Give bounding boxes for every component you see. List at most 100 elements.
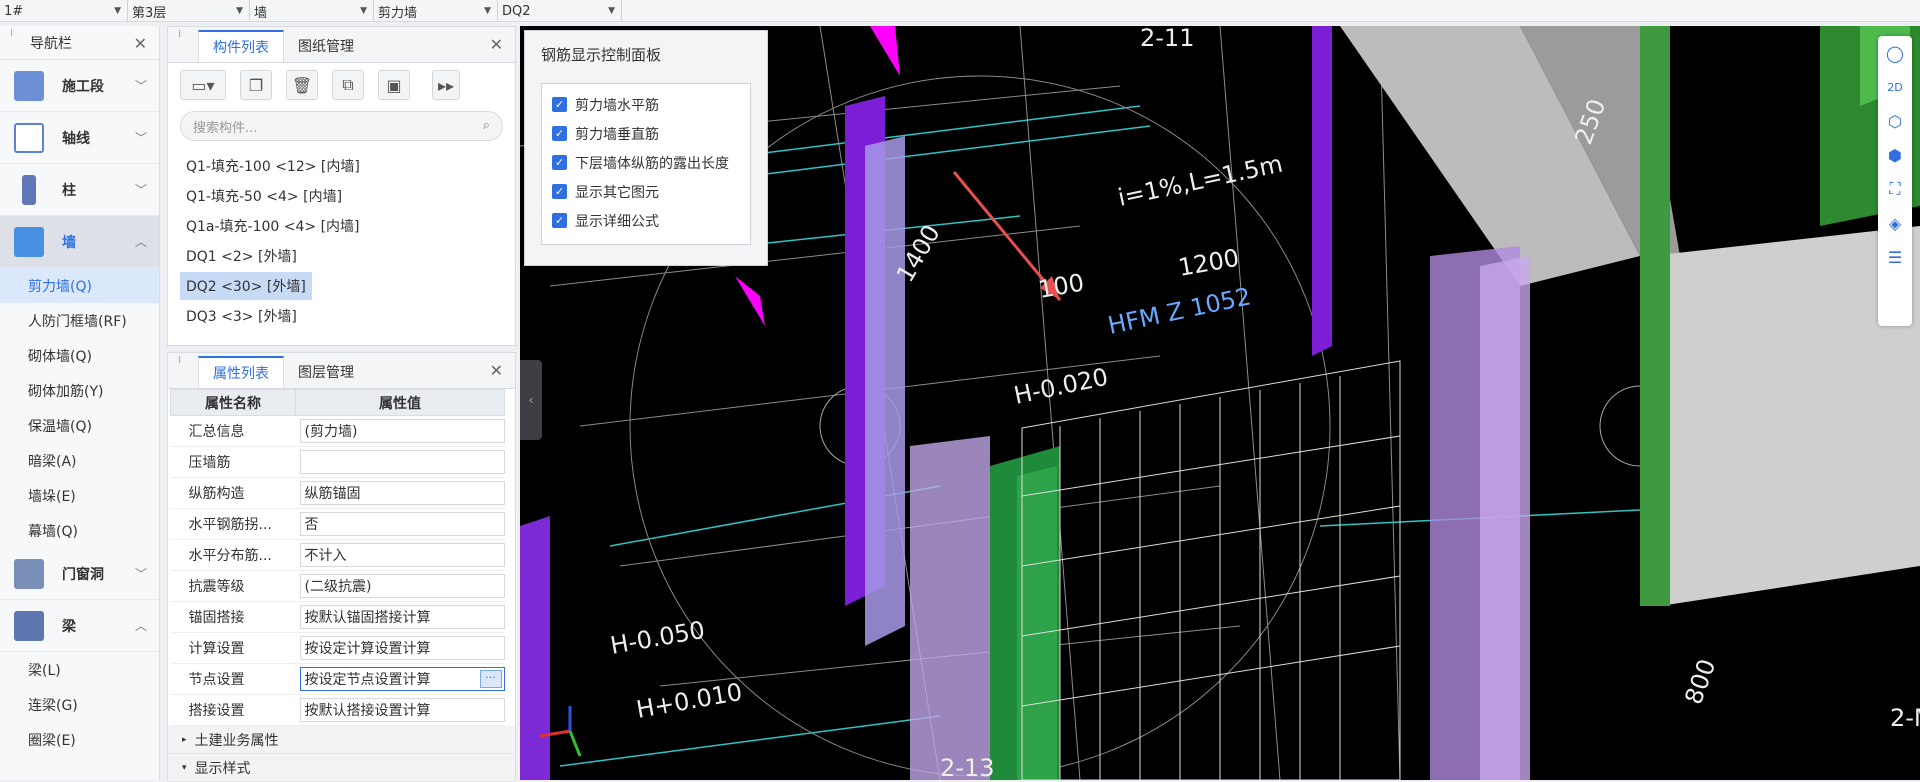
cad-label: 1200 <box>1176 244 1241 282</box>
checkbox-lower-wall-rebar[interactable]: ✓ 下层墙体纵筋的露出长度 <box>542 148 750 177</box>
list-item[interactable]: DQ1 <2> [外墙] <box>168 241 515 271</box>
cad-label: H-0.020 <box>1011 363 1110 410</box>
cad-label: HFM Z 1052 <box>1105 282 1253 340</box>
2d-view-icon[interactable]: 2D <box>1878 70 1912 104</box>
chevron-down-icon: ▼ <box>236 6 243 16</box>
property-value[interactable]: 纵筋锚固 <box>299 481 505 505</box>
cube-view-icon[interactable]: ◈ <box>1878 206 1912 240</box>
checkbox-show-other[interactable]: ✓ 显示其它图元 <box>542 177 750 206</box>
filter-button[interactable]: ▣ <box>378 70 410 100</box>
nav-category-wall[interactable]: 墙 ︿ <box>0 216 159 268</box>
solid-view-icon[interactable]: ⬢ <box>1878 138 1912 172</box>
option-list: ✓ 剪力墙水平筋 ✓ 剪力墙垂直筋 ✓ 下层墙体纵筋的露出长度 ✓ 显示其它图元 ✓ 显示… <box>541 83 751 245</box>
property-value[interactable]: (剪力墙) <box>299 419 505 443</box>
property-value[interactable] <box>299 450 505 474</box>
tab-property-list[interactable]: 属性列表 <box>198 356 284 388</box>
cad-label: i=1%,L=1.5m <box>1115 150 1285 212</box>
delete-button[interactable]: 🗑 <box>286 70 318 100</box>
property-value-editing[interactable]: 按设定节点设置计算 ··· <box>299 667 505 691</box>
new-component-button[interactable]: ▭▾ <box>180 70 226 100</box>
property-value[interactable]: 不计入 <box>299 543 505 567</box>
display-settings-icon[interactable]: ☰ <box>1878 240 1912 274</box>
property-value[interactable]: (二级抗震) <box>299 574 505 598</box>
property-value[interactable]: 否 <box>299 512 505 536</box>
list-item[interactable]: Q1-填充-50 <4> [内墙] <box>168 181 515 211</box>
check-icon: ✓ <box>552 155 567 170</box>
tab-layer-management[interactable]: 图层管理 <box>284 356 368 388</box>
close-icon[interactable]: ✕ <box>490 361 503 380</box>
nav-category-axis[interactable]: 轴线 ﹀ <box>0 112 159 164</box>
check-icon: ✓ <box>552 126 567 141</box>
table-row: 水平分布筋... 不计入 <box>170 539 505 571</box>
floor-select[interactable]: 第3层 ▼ <box>128 0 250 22</box>
nav-category-column[interactable]: 柱 ﹀ <box>0 164 159 216</box>
chevron-right-icon: ▸ <box>182 734 187 745</box>
checkbox-horizontal-rebar[interactable]: ✓ 剪力墙水平筋 <box>542 90 750 119</box>
nav-item-wall-pier[interactable]: 墙垛(E) <box>0 478 159 513</box>
nav-item-shear-wall[interactable]: 剪力墙(Q) <box>0 268 159 303</box>
property-group-display[interactable]: ▾ 显示样式 <box>168 754 515 782</box>
nav-item-insulation-wall[interactable]: 保温墙(Q) <box>0 408 159 443</box>
tab-drawing-management[interactable]: 图纸管理 <box>284 30 368 62</box>
drag-handle-icon[interactable]: ⁞ <box>178 30 188 56</box>
search-icon: ⌕ <box>482 118 490 133</box>
chevron-down-icon: ▼ <box>360 6 367 16</box>
component-select[interactable]: DQ2 ▼ <box>498 0 622 22</box>
table-row: 汇总信息 (剪力墙) <box>170 415 505 447</box>
table-row: 锚固搭接 按默认锚固搭接计算 <box>170 601 505 633</box>
chevron-down-icon: ﹀ <box>134 79 147 93</box>
door-window-icon <box>14 558 44 589</box>
checkbox-vertical-rebar[interactable]: ✓ 剪力墙垂直筋 <box>542 119 750 148</box>
building-select[interactable]: 1# ▼ <box>0 0 128 22</box>
list-item-selected[interactable]: DQ2 <30> [外墙] <box>168 271 515 301</box>
layer-copy-button[interactable]: ⧉ <box>332 70 364 100</box>
list-item[interactable]: Q1a-填充-100 <4> [内墙] <box>168 211 515 241</box>
nav-item-curtain-wall[interactable]: 幕墙(Q) <box>0 513 159 548</box>
close-icon[interactable]: ✕ <box>490 35 503 54</box>
property-value[interactable]: 按默认搭接设置计算 <box>299 698 505 722</box>
nav-item-masonry-wall[interactable]: 砌体墙(Q) <box>0 338 159 373</box>
list-item[interactable]: DQ3 <3> [外墙] <box>168 301 515 331</box>
axis-label: 2-11 <box>1140 26 1194 52</box>
construction-icon <box>14 70 44 101</box>
property-group-civil[interactable]: ▸ 土建业务属性 <box>168 726 515 754</box>
cad-label: H-0.050 <box>608 616 707 660</box>
property-value[interactable]: 按默认锚固搭接计算 <box>299 605 505 629</box>
fullscreen-icon[interactable]: ⛶ <box>1878 172 1912 206</box>
ellipsis-button[interactable]: ··· <box>479 670 502 688</box>
nav-header: ⁞ 导航栏 ✕ <box>0 26 159 60</box>
drag-handle-icon[interactable]: ⁞ <box>178 356 188 382</box>
property-panel: ⁞ 属性列表 图层管理 ✕ 属性名称 属性值 汇总信息 (剪力墙) 压墙筋 纵筋构… <box>167 352 516 782</box>
checkbox-show-formula[interactable]: ✓ 显示详细公式 <box>542 206 750 235</box>
chevron-down-icon: ﹀ <box>134 183 147 197</box>
property-value[interactable]: 按设定计算设置计算 <box>299 636 505 660</box>
type-select[interactable]: 剪力墙 ▼ <box>374 0 498 22</box>
tab-component-list[interactable]: 构件列表 <box>198 30 284 62</box>
category-select[interactable]: 墙 ▼ <box>250 0 374 22</box>
component-search-input[interactable]: 搜索构件... ⌕ <box>180 111 503 141</box>
nav-item-beam[interactable]: 梁(L) <box>0 652 159 687</box>
more-button[interactable]: ▸▸ <box>432 70 460 100</box>
chevron-down-icon: ﹀ <box>134 131 147 145</box>
copy-button[interactable]: ❐ <box>240 70 272 100</box>
drag-handle-icon[interactable]: ⁞ <box>10 28 20 55</box>
nav-item-masonry-rebar[interactable]: 砌体加筋(Y) <box>0 373 159 408</box>
nav-item-ring-beam[interactable]: 圈梁(E) <box>0 722 159 757</box>
check-icon: ✓ <box>552 213 567 228</box>
table-row: 计算设置 按设定计算设置计算 <box>170 632 505 664</box>
collapse-panel-button[interactable]: ‹ <box>520 360 542 440</box>
table-row: 节点设置 按设定节点设置计算 ··· <box>170 663 505 695</box>
3d-box-icon[interactable]: ⬡ <box>1878 104 1912 138</box>
nav-category-openings[interactable]: 门窗洞 ﹀ <box>0 548 159 600</box>
nav-category-beam[interactable]: 梁 ︿ <box>0 600 159 652</box>
list-item[interactable]: Q1-填充-100 <12> [内墙] <box>168 151 515 181</box>
chevron-up-icon: ︿ <box>134 235 147 249</box>
orbit-icon[interactable]: ◯ <box>1878 36 1912 70</box>
table-row: 压墙筋 <box>170 446 505 478</box>
close-icon[interactable]: ✕ <box>134 34 147 53</box>
nav-item-civil-defense-wall[interactable]: 人防门框墙(RF) <box>0 303 159 338</box>
nav-category-construction[interactable]: 施工段 ﹀ <box>0 60 159 112</box>
table-row: 纵筋构造 纵筋锚固 <box>170 477 505 509</box>
nav-item-hidden-beam[interactable]: 暗梁(A) <box>0 443 159 478</box>
nav-item-coupling-beam[interactable]: 连梁(G) <box>0 687 159 722</box>
